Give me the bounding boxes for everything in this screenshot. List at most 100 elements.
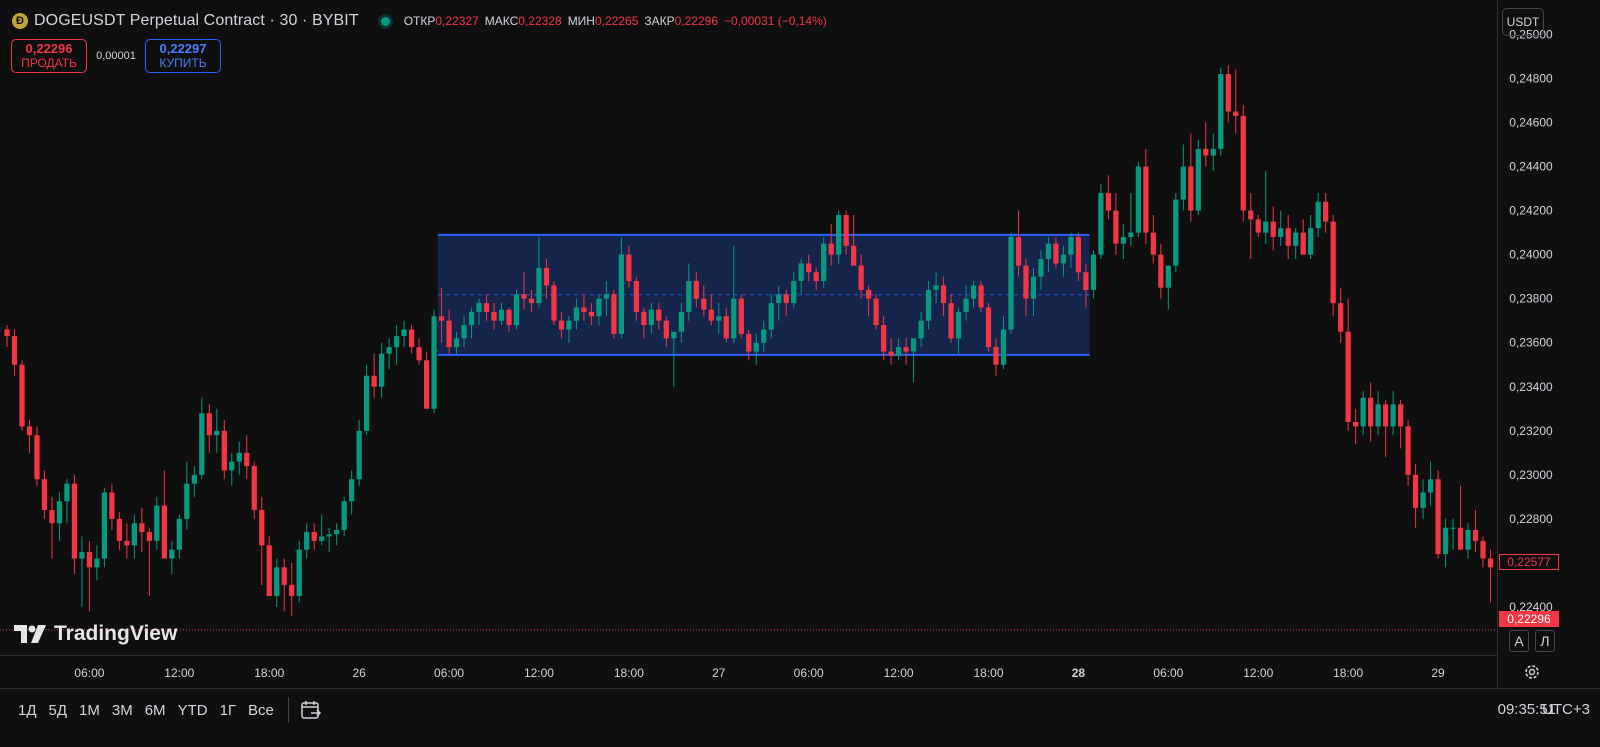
buy-button[interactable]: 0,22297 КУПИТЬ xyxy=(145,39,221,73)
candle[interactable] xyxy=(910,338,917,383)
candle[interactable] xyxy=(1165,265,1171,310)
range-3m-button[interactable]: 3М xyxy=(106,698,139,723)
candle[interactable] xyxy=(56,492,63,541)
candle[interactable] xyxy=(978,281,984,312)
candle[interactable] xyxy=(124,523,130,559)
candle[interactable] xyxy=(1390,391,1396,436)
candle[interactable] xyxy=(79,536,85,607)
candle[interactable] xyxy=(1158,243,1164,299)
candle[interactable] xyxy=(1360,391,1366,436)
candle[interactable] xyxy=(34,426,40,486)
candle[interactable] xyxy=(251,461,257,519)
candle[interactable] xyxy=(116,512,123,550)
candle[interactable] xyxy=(1450,518,1456,550)
candle[interactable] xyxy=(1285,214,1291,260)
candle[interactable] xyxy=(1330,214,1336,317)
candle[interactable] xyxy=(199,397,205,480)
candle[interactable] xyxy=(221,419,227,480)
candle[interactable] xyxy=(229,452,235,486)
range-6m-button[interactable]: 6М xyxy=(139,698,172,723)
gear-icon[interactable] xyxy=(1522,662,1542,682)
currency-select[interactable]: USDT xyxy=(1502,8,1544,36)
candle[interactable] xyxy=(109,483,115,530)
candle[interactable] xyxy=(1090,250,1097,299)
candle[interactable] xyxy=(146,527,152,596)
candle[interactable] xyxy=(154,496,160,550)
candle[interactable] xyxy=(1098,184,1104,260)
range-1m-button[interactable]: 1М xyxy=(73,698,106,723)
candle[interactable] xyxy=(341,496,347,537)
candle[interactable] xyxy=(1248,192,1254,260)
candle[interactable] xyxy=(236,441,242,475)
candle[interactable] xyxy=(1263,170,1269,244)
log-scale-button[interactable]: Л xyxy=(1535,630,1555,652)
market-open-status-icon[interactable] xyxy=(380,16,390,26)
candle[interactable] xyxy=(244,435,250,480)
candle[interactable] xyxy=(176,514,182,559)
candle[interactable] xyxy=(1397,399,1404,449)
candle[interactable] xyxy=(1120,223,1126,260)
candle[interactable] xyxy=(334,523,340,546)
candle[interactable] xyxy=(1135,162,1141,238)
range-all-button[interactable]: Все xyxy=(242,698,280,723)
candle[interactable] xyxy=(1143,148,1149,244)
candle[interactable] xyxy=(416,338,422,365)
candle[interactable] xyxy=(19,360,25,431)
candle[interactable] xyxy=(821,237,827,288)
candle[interactable] xyxy=(379,342,385,398)
candle[interactable] xyxy=(1008,232,1014,334)
candle[interactable] xyxy=(513,289,520,330)
candle[interactable] xyxy=(386,338,392,370)
candle[interactable] xyxy=(206,404,212,453)
candle[interactable] xyxy=(1270,206,1276,251)
candle[interactable] xyxy=(1210,133,1216,171)
candle[interactable] xyxy=(1427,461,1434,506)
candle[interactable] xyxy=(611,289,617,339)
sell-button[interactable]: 0,22296 ПРОДАТЬ xyxy=(11,39,87,73)
candle[interactable] xyxy=(1420,479,1426,519)
candle[interactable] xyxy=(184,461,190,530)
candle[interactable] xyxy=(1105,175,1112,220)
candle[interactable] xyxy=(71,474,78,574)
candle[interactable] xyxy=(319,514,325,546)
candle[interactable] xyxy=(1375,391,1381,436)
candle[interactable] xyxy=(64,479,70,524)
candle[interactable] xyxy=(551,281,557,326)
candle[interactable] xyxy=(86,540,93,612)
candle[interactable] xyxy=(1442,518,1449,568)
candle[interactable] xyxy=(296,540,302,603)
candle[interactable] xyxy=(1338,287,1344,343)
candle[interactable] xyxy=(1465,523,1471,559)
candle[interactable] xyxy=(1195,140,1201,215)
candle[interactable] xyxy=(1368,382,1374,442)
candle[interactable] xyxy=(94,545,100,581)
candle[interactable] xyxy=(1345,298,1351,431)
candle[interactable] xyxy=(4,325,10,348)
candle[interactable] xyxy=(259,496,265,585)
candle[interactable] xyxy=(1150,214,1156,264)
candle[interactable] xyxy=(1300,219,1306,255)
candle[interactable] xyxy=(191,466,197,497)
candle[interactable] xyxy=(131,514,137,559)
candle[interactable] xyxy=(161,470,167,559)
candlestick-chart[interactable]: 0,250000,248000,246000,244000,242000,240… xyxy=(0,0,1600,688)
candle[interactable] xyxy=(1293,228,1299,260)
candle[interactable] xyxy=(1405,419,1411,486)
candle[interactable] xyxy=(1188,133,1194,222)
candle[interactable] xyxy=(274,558,280,607)
candle[interactable] xyxy=(326,527,332,552)
candle[interactable] xyxy=(1382,399,1389,458)
candle[interactable] xyxy=(1315,192,1321,238)
candle[interactable] xyxy=(873,294,879,330)
candle[interactable] xyxy=(1218,67,1224,156)
candle[interactable] xyxy=(11,329,18,376)
candle[interactable] xyxy=(304,523,310,559)
candle[interactable] xyxy=(1308,214,1314,260)
candle[interactable] xyxy=(423,351,430,409)
range-1y-button[interactable]: 1Г xyxy=(214,698,242,723)
symbol-title[interactable]: DOGEUSDT Perpetual Contract · 30 · BYBIT xyxy=(34,12,359,30)
candle[interactable] xyxy=(1203,122,1209,167)
candle[interactable] xyxy=(139,507,145,552)
candle[interactable] xyxy=(1472,510,1479,552)
candle[interactable] xyxy=(1353,408,1359,445)
